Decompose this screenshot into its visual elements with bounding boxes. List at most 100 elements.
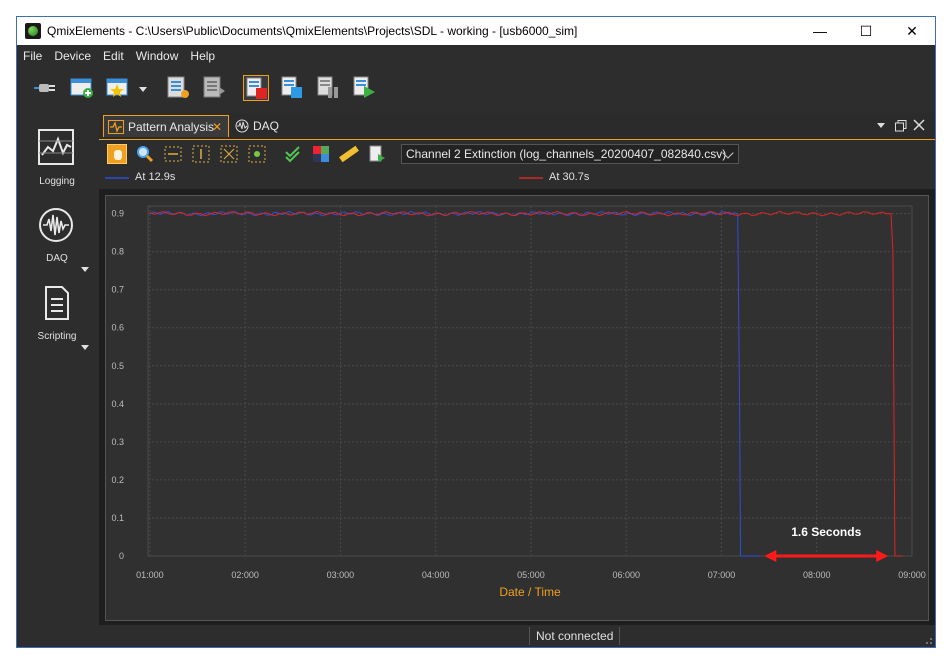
list-arrow-icon — [203, 76, 225, 98]
y-tick-label: 0.7 — [111, 285, 124, 295]
list-blue-icon — [281, 76, 302, 98]
y-tick-label: 0.6 — [111, 323, 124, 333]
x-tick-label: 09:000 — [898, 570, 926, 580]
chevron-down-icon[interactable] — [139, 87, 147, 92]
hand-icon — [114, 150, 122, 160]
list-stop-icon — [246, 77, 267, 99]
channel-select[interactable]: Channel 2 Extinction (log_channels_20200… — [401, 144, 739, 164]
y-tick-label: 0.3 — [111, 437, 124, 447]
app-logo-icon — [25, 23, 41, 39]
window-title: QmixElements - C:\Users\Public\Documents… — [47, 24, 578, 38]
zoom-box-button[interactable] — [219, 144, 239, 164]
ruler-icon — [339, 145, 359, 163]
legend-swatch-red — [519, 177, 543, 179]
title-bar[interactable]: QmixElements - C:\Users\Public\Documents… — [17, 17, 935, 45]
line-chart[interactable]: 0 0.1 0.2 0.3 0.4 0.5 0.6 0.7 0.8 0.9 01:000 02:000… — [106, 196, 928, 620]
open-project-button[interactable] — [105, 75, 131, 101]
window-add-icon — [70, 78, 93, 98]
menu-window[interactable]: Window — [130, 45, 185, 67]
chevron-down-icon[interactable] — [877, 123, 885, 128]
close-icon[interactable]: ✕ — [212, 116, 222, 138]
export-document-icon — [369, 145, 385, 162]
menu-bar: File Device Edit Window Help — [17, 45, 935, 67]
list-gray-icon — [317, 76, 338, 98]
y-tick-label: 0.5 — [111, 361, 124, 371]
export-config-button[interactable] — [201, 75, 227, 101]
pan-tool-button[interactable] — [107, 144, 127, 164]
x-axis-title: Date / Time — [499, 585, 561, 599]
x-tick-label: 02:000 — [231, 570, 259, 580]
zoom-fit-icon — [248, 145, 266, 163]
sidebar: Logging DAQ Scripting — [17, 111, 97, 647]
tab-daq[interactable]: DAQ — [231, 115, 301, 137]
validate-button[interactable] — [283, 144, 303, 164]
pause-script-button[interactable] — [279, 75, 305, 101]
magnifier-icon — [137, 146, 154, 163]
plot-background — [147, 205, 913, 557]
analysis-toolbar: Channel 2 Extinction (log_channels_20200… — [99, 139, 935, 169]
cursor-label-1: At 12.9s — [135, 171, 176, 183]
sidebar-item-logging[interactable]: Logging — [17, 111, 97, 191]
x-tick-label: 07:000 — [708, 570, 736, 580]
pattern-analysis-panel: Pattern Analysis ✕ DAQ Channel 2 Extinct… — [99, 113, 935, 625]
tab-label: Pattern Analysis — [128, 120, 215, 134]
x-tick-label: 08:000 — [803, 570, 831, 580]
close-button[interactable]: ✕ — [889, 17, 935, 45]
chevron-down-icon[interactable] — [81, 267, 89, 272]
waveform-icon — [39, 208, 73, 242]
y-tick-label: 0.9 — [111, 209, 124, 219]
legend-swatch-blue — [105, 177, 129, 179]
tab-pattern-analysis[interactable]: Pattern Analysis ✕ — [103, 115, 229, 137]
sidebar-label-daq: DAQ — [46, 253, 68, 264]
minimize-button[interactable]: — — [797, 17, 843, 45]
pattern-icon — [108, 120, 124, 134]
waveform-icon — [235, 119, 249, 133]
x-tick-label: 01:000 — [136, 570, 164, 580]
chart-icon — [38, 129, 74, 165]
resize-grip-icon[interactable] — [923, 635, 933, 645]
sidebar-label-scripting: Scripting — [37, 331, 77, 342]
stop-script-button[interactable] — [243, 75, 269, 101]
zoom-vertical-button[interactable] — [191, 144, 211, 164]
menu-file[interactable]: File — [17, 45, 48, 67]
maximize-button[interactable]: ☐ — [843, 17, 889, 45]
main-toolbar — [17, 67, 935, 111]
menu-edit[interactable]: Edit — [97, 45, 130, 67]
y-tick-label: 0.1 — [111, 513, 124, 523]
document-icon — [45, 286, 69, 320]
x-tick-label: 04:000 — [422, 570, 450, 580]
x-tick-label: 03:000 — [327, 570, 355, 580]
menu-device[interactable]: Device — [48, 45, 97, 67]
status-bar: Not connected — [17, 625, 935, 647]
device-config-button[interactable] — [165, 75, 191, 101]
y-tick-label: 0.8 — [111, 247, 124, 257]
channel-select-value: Channel 2 Extinction (log_channels_20200… — [406, 147, 727, 161]
chart-area[interactable]: 0 0.1 0.2 0.3 0.4 0.5 0.6 0.7 0.8 0.9 01:000 02:000… — [105, 195, 929, 621]
application-window: QmixElements - C:\Users\Public\Documents… — [16, 16, 936, 648]
run-script-button[interactable] — [351, 75, 377, 101]
tab-label: DAQ — [253, 119, 280, 133]
config-list-icon — [167, 76, 189, 98]
connect-plug-button[interactable] — [33, 75, 59, 101]
x-tick-label: 05:000 — [517, 570, 545, 580]
heatmap-button[interactable] — [311, 144, 331, 164]
zoom-vertical-icon — [192, 145, 210, 163]
connection-status: Not connected — [529, 627, 621, 645]
close-icon[interactable] — [913, 119, 925, 131]
menu-help[interactable]: Help — [184, 45, 221, 67]
zoom-fit-button[interactable] — [247, 144, 267, 164]
cursor-legend: At 12.9s At 30.7s — [99, 169, 935, 189]
zoom-tool-button[interactable] — [135, 144, 155, 164]
step-script-button[interactable] — [315, 75, 341, 101]
measure-button[interactable] — [339, 144, 359, 164]
chevron-down-icon[interactable] — [81, 345, 89, 350]
list-play-icon — [353, 76, 375, 98]
zoom-box-icon — [220, 145, 238, 163]
export-button[interactable] — [367, 144, 387, 164]
sidebar-item-daq[interactable]: DAQ — [17, 207, 97, 283]
sidebar-item-scripting[interactable]: Scripting — [17, 283, 97, 363]
float-icon[interactable] — [895, 120, 907, 132]
y-tick-label: 0.4 — [111, 399, 124, 409]
zoom-horizontal-button[interactable] — [163, 144, 183, 164]
new-project-button[interactable] — [69, 75, 95, 101]
